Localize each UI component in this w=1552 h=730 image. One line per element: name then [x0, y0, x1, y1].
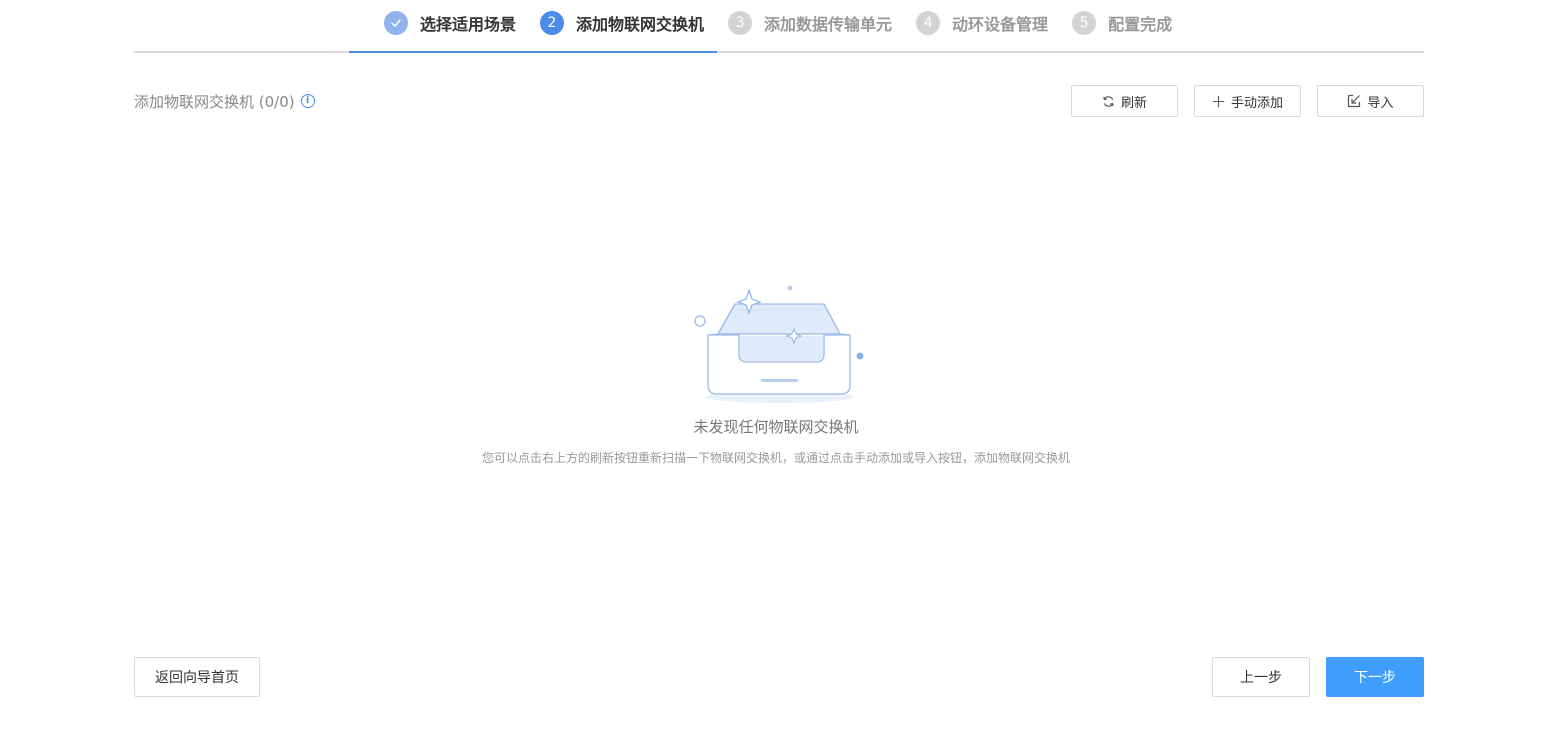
step-label: 添加数据传输单元: [764, 15, 893, 34]
check-icon: [384, 11, 408, 35]
info-icon[interactable]: i: [300, 94, 315, 108]
wizard-page: 选择适用场景 2 添加物联网交换机 3 添加数据传输单元 4 动环设备管理 5 …: [0, 0, 1552, 730]
steps-bar: 选择适用场景 2 添加物联网交换机 3 添加数据传输单元 4 动环设备管理 5 …: [134, 0, 1424, 53]
empty-description: 您可以点击右上方的刷新按钮重新扫描一下物联网交换机，或通过点击手动添加或导入按钮…: [481, 451, 1070, 465]
step-number: 4: [916, 11, 941, 35]
previous-step-button[interactable]: 上一步: [1212, 657, 1310, 697]
step-1[interactable]: 选择适用场景: [384, 11, 516, 35]
refresh-icon: [1102, 95, 1115, 108]
import-label: 导入: [1367, 95, 1394, 111]
refresh-button[interactable]: 刷新: [1071, 85, 1178, 117]
step-2[interactable]: 2 添加物联网交换机: [540, 11, 704, 35]
steps-list: 选择适用场景 2 添加物联网交换机 3 添加数据传输单元 4 动环设备管理 5 …: [384, 10, 1196, 36]
refresh-label: 刷新: [1120, 95, 1147, 111]
section-title-text: 添加物联网交换机 (0/0): [134, 92, 295, 111]
active-step-indicator: [349, 51, 717, 53]
manual-add-button[interactable]: 手动添加: [1194, 85, 1301, 117]
step-number: 3: [728, 11, 753, 35]
import-button[interactable]: 导入: [1317, 85, 1424, 117]
step-number: 5: [1072, 11, 1097, 35]
step-4[interactable]: 4 动环设备管理: [916, 11, 1048, 35]
step-label: 添加物联网交换机: [576, 15, 705, 34]
plus-icon: [1212, 95, 1225, 108]
import-icon: [1347, 94, 1361, 108]
section-title: 添加物联网交换机 (0/0) i: [134, 90, 315, 112]
step-label: 选择适用场景: [420, 15, 517, 34]
empty-title: 未发现任何物联网交换机: [693, 418, 859, 436]
step-label: 配置完成: [1108, 15, 1173, 34]
step-5[interactable]: 5 配置完成: [1072, 11, 1172, 35]
step-label: 动环设备管理: [952, 15, 1049, 34]
empty-inbox-illustration: [690, 280, 870, 410]
step-3[interactable]: 3 添加数据传输单元: [728, 11, 892, 35]
manual-add-label: 手动添加: [1230, 95, 1283, 111]
step-number: 2: [540, 11, 565, 35]
back-to-home-button[interactable]: 返回向导首页: [134, 657, 260, 697]
next-step-button[interactable]: 下一步: [1326, 657, 1424, 697]
